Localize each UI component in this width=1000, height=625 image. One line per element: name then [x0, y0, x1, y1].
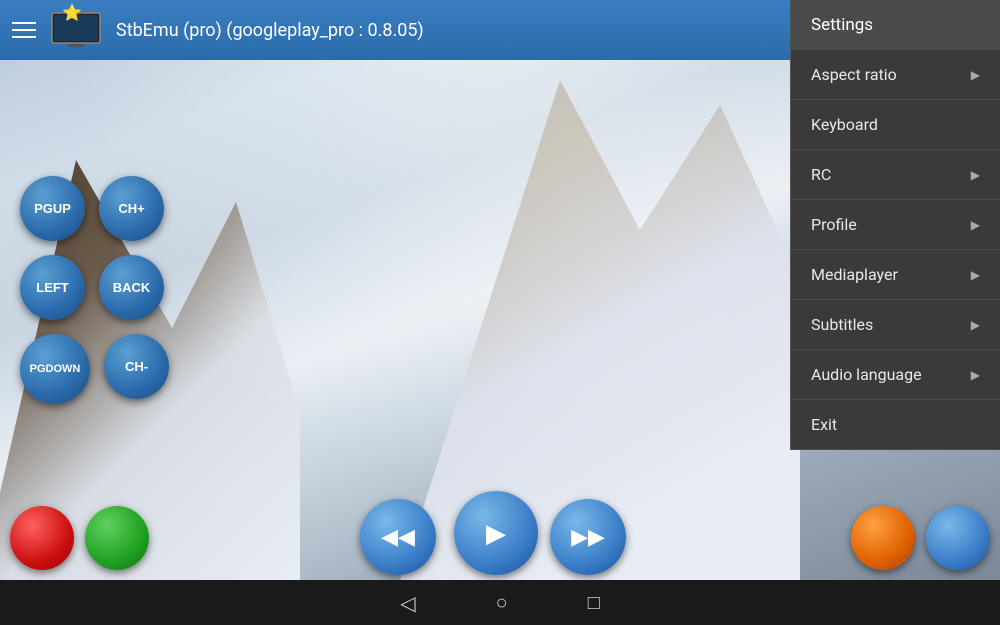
red-button[interactable]: [10, 506, 74, 570]
header-bar: ⭐ StbEmu (pro) (googleplay_pro : 0.8.05): [0, 0, 790, 60]
menu-item-keyboard[interactable]: Keyboard: [791, 100, 1000, 150]
back-button[interactable]: BACK: [99, 255, 164, 320]
menu-label-rc: RC: [811, 165, 831, 184]
tv-icon-container: ⭐: [50, 9, 102, 51]
menu-label-mediaplayer: Mediaplayer: [811, 265, 898, 284]
green-button[interactable]: [85, 506, 149, 570]
chevron-icon-rc: ▶: [971, 168, 980, 182]
controls-area: PGUP CH+ LEFT BACK PGDOWN CH-: [0, 60, 250, 520]
forward-button[interactable]: ▶▶: [550, 499, 626, 575]
recents-nav-icon[interactable]: □: [588, 590, 600, 615]
rewind-button[interactable]: ◀◀: [360, 499, 436, 575]
hamburger-icon[interactable]: [12, 22, 36, 38]
chevron-icon-audio: ▶: [971, 368, 980, 382]
play-button[interactable]: ▶: [454, 491, 538, 575]
chevron-icon-subtitles: ▶: [971, 318, 980, 332]
star-badge: ⭐: [62, 3, 82, 22]
menu-label-settings: Settings: [811, 15, 873, 35]
ch-minus-button[interactable]: CH-: [104, 334, 169, 399]
controls-row-1: PGUP CH+: [20, 176, 164, 241]
left-button[interactable]: LEFT: [20, 255, 85, 320]
pgdown-button[interactable]: PGDOWN: [20, 334, 90, 404]
menu-item-aspect-ratio[interactable]: Aspect ratio ▶: [791, 50, 1000, 100]
chevron-icon-profile: ▶: [971, 218, 980, 232]
chevron-icon-mediaplayer: ▶: [971, 268, 980, 282]
media-controls: ◀◀ ▶ ▶▶: [0, 485, 1000, 575]
chevron-icon: ▶: [971, 68, 980, 82]
blue-button[interactable]: [926, 506, 990, 570]
controls-row-3: PGDOWN CH-: [20, 334, 169, 404]
back-nav-icon[interactable]: ◁: [400, 591, 415, 615]
menu-item-exit[interactable]: Exit: [791, 400, 1000, 450]
menu-item-subtitles[interactable]: Subtitles ▶: [791, 300, 1000, 350]
menu-item-mediaplayer[interactable]: Mediaplayer ▶: [791, 250, 1000, 300]
menu-item-profile[interactable]: Profile ▶: [791, 200, 1000, 250]
nav-bar: ◁ ○ □: [0, 580, 1000, 625]
menu-label-keyboard: Keyboard: [811, 115, 878, 134]
menu-label-audio-language: Audio language: [811, 365, 922, 384]
menu-label-subtitles: Subtitles: [811, 315, 873, 334]
menu-item-audio-language[interactable]: Audio language ▶: [791, 350, 1000, 400]
menu-label-exit: Exit: [811, 415, 837, 434]
menu-label-profile: Profile: [811, 215, 857, 234]
menu-item-settings[interactable]: Settings: [791, 0, 1000, 50]
ch-plus-button[interactable]: CH+: [99, 176, 164, 241]
pgup-button[interactable]: PGUP: [20, 176, 85, 241]
menu-label-aspect-ratio: Aspect ratio: [811, 65, 897, 84]
orange-button[interactable]: [851, 506, 915, 570]
context-menu: Settings Aspect ratio ▶ Keyboard RC ▶ Pr…: [790, 0, 1000, 450]
home-nav-icon[interactable]: ○: [496, 590, 508, 615]
app-title: StbEmu (pro) (googleplay_pro : 0.8.05): [116, 20, 778, 41]
menu-item-rc[interactable]: RC ▶: [791, 150, 1000, 200]
controls-row-2: LEFT BACK: [20, 255, 164, 320]
